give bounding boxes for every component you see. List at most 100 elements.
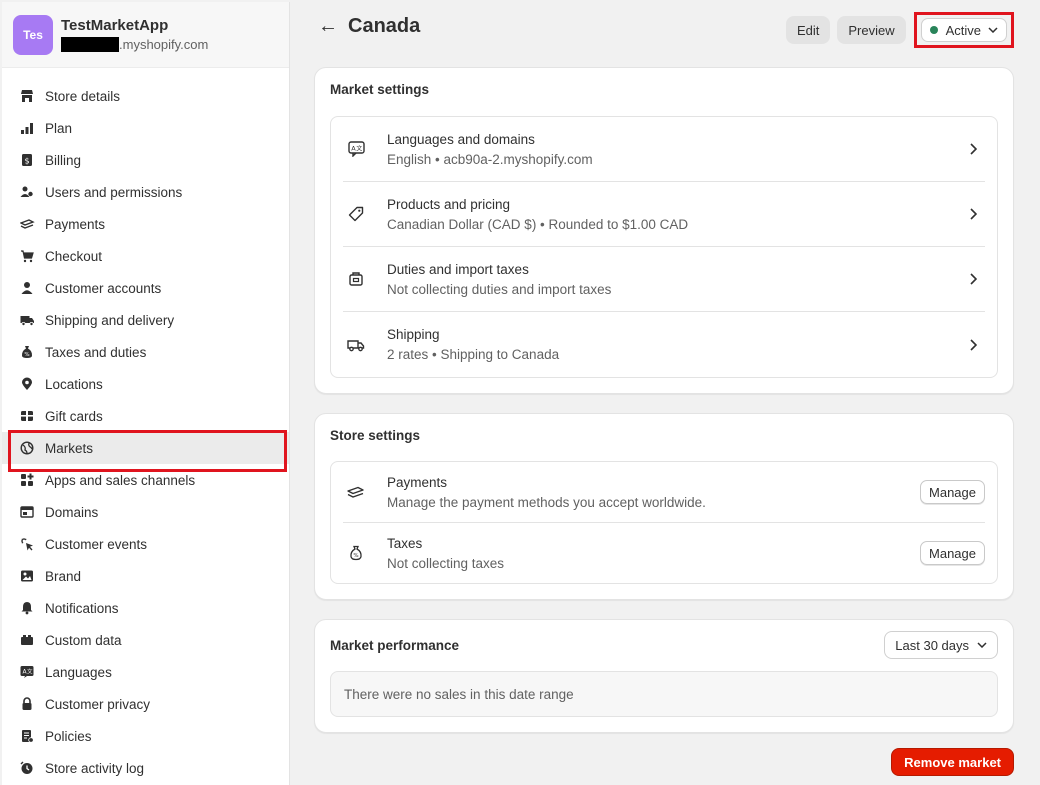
sidebar-item-notifications[interactable]: Notifications <box>2 592 289 624</box>
sidebar-item-label: Plan <box>45 120 73 136</box>
sidebar-item-label: Customer accounts <box>45 280 162 296</box>
sidebar-item-markets[interactable]: Markets <box>2 430 289 472</box>
sidebar-item-store-details[interactable]: Store details <box>2 80 289 112</box>
apps-icon <box>19 472 35 488</box>
sidebar-item-domains[interactable]: Domains <box>2 496 289 528</box>
sidebar-item-locations[interactable]: Locations <box>2 368 289 400</box>
sidebar-item-shipping[interactable]: Shipping and delivery <box>2 304 289 336</box>
sidebar-item-custom-data[interactable]: Custom data <box>2 624 289 656</box>
sidebar-item-customer-accounts[interactable]: Customer accounts <box>2 272 289 304</box>
market-settings-list: A文 Languages and domains English • acb90… <box>330 116 998 378</box>
sidebar-item-taxes[interactable]: % Taxes and duties <box>2 336 289 368</box>
chevron-right-icon[interactable] <box>963 143 983 155</box>
store-avatar: Tes <box>13 14 53 55</box>
sidebar-item-label: Policies <box>45 728 92 744</box>
sidebar-item-customer-privacy[interactable]: Customer privacy <box>2 688 289 720</box>
sidebar-item-plan[interactable]: Plan <box>2 112 289 144</box>
language-icon: A文 <box>19 664 35 680</box>
price-tag-icon <box>345 205 367 223</box>
sidebar-item-label: Locations <box>45 376 103 392</box>
store-settings-title: Store settings <box>330 428 421 443</box>
status-highlight: Active <box>913 12 1014 48</box>
store-settings-list: Payments Manage the payment methods you … <box>330 461 998 584</box>
store-url-suffix: .myshopify.com <box>119 37 209 52</box>
tax-bag-icon: % <box>19 344 35 360</box>
page-title: Canada <box>348 14 421 37</box>
chevron-right-icon[interactable] <box>963 338 983 351</box>
sidebar-item-label: Brand <box>45 568 82 584</box>
activity-log-icon <box>19 760 35 776</box>
store-header[interactable]: Tes TestMarketApp .myshopify.com <box>2 2 289 68</box>
sidebar-item-label: Apps and sales channels <box>45 472 196 488</box>
status-dot <box>929 26 938 34</box>
sidebar-item-label: Shipping and delivery <box>45 312 175 328</box>
row-title: Duties and import taxes <box>387 261 529 277</box>
sidebar-item-policies[interactable]: Policies <box>2 720 289 752</box>
sidebar-item-checkout[interactable]: Checkout <box>2 240 289 272</box>
payments-icon <box>345 483 367 501</box>
store-name: TestMarketApp <box>61 17 169 34</box>
settings-sidebar: Tes TestMarketApp .myshopify.com Store d… <box>2 2 290 785</box>
sidebar-item-languages[interactable]: A文 Languages <box>2 656 289 688</box>
bell-icon <box>19 600 35 616</box>
remove-market-button[interactable]: Remove market <box>891 748 1014 776</box>
languages-domains-row[interactable]: A文 Languages and domains English • acb90… <box>343 117 985 182</box>
sidebar-item-label: Billing <box>45 152 82 168</box>
sidebar-item-brand[interactable]: Brand <box>2 560 289 592</box>
store-icon <box>19 88 35 104</box>
status-dropdown[interactable]: Active <box>920 18 1007 42</box>
preview-button[interactable]: Preview <box>837 16 906 44</box>
row-subtitle: English • acb90a-2.myshopify.com <box>387 151 593 167</box>
manage-taxes-button[interactable]: Manage <box>920 541 985 565</box>
sidebar-item-label: Gift cards <box>45 408 103 424</box>
custom-data-icon <box>19 632 35 648</box>
store-url: .myshopify.com <box>61 37 208 52</box>
domains-icon <box>19 504 35 520</box>
sidebar-item-label: Domains <box>45 504 99 520</box>
redacted-store-handle <box>61 37 119 52</box>
chevron-right-icon[interactable] <box>963 208 983 220</box>
row-title: Payments <box>387 474 448 490</box>
edit-button[interactable]: Edit <box>785 16 831 44</box>
manage-payments-button[interactable]: Manage <box>920 480 985 504</box>
location-pin-icon <box>19 376 35 392</box>
row-subtitle: Not collecting duties and import taxes <box>387 281 612 297</box>
sidebar-item-payments[interactable]: Payments <box>2 208 289 240</box>
row-title: Languages and domains <box>387 131 535 147</box>
sidebar-item-label: Customer privacy <box>45 696 151 712</box>
sidebar-item-label: Checkout <box>45 248 103 264</box>
sidebar-item-apps[interactable]: Apps and sales channels <box>2 464 289 496</box>
shipping-row[interactable]: Shipping 2 rates • Shipping to Canada <box>343 312 985 377</box>
page-header: ← Canada Edit Preview Active <box>314 0 1014 52</box>
market-performance-card: Market performance Last 30 days There we… <box>314 619 1014 733</box>
sidebar-item-activity-log[interactable]: Store activity log <box>2 752 289 784</box>
chevron-down-icon <box>988 27 998 33</box>
svg-text:%: % <box>24 352 29 358</box>
market-settings-card: Market settings A文 Languages and domains… <box>314 67 1014 394</box>
sidebar-item-gift-cards[interactable]: Gift cards <box>2 400 289 432</box>
store-settings-card: Store settings Payments Manage the payme… <box>314 413 1014 600</box>
products-pricing-row[interactable]: Products and pricing Canadian Dollar (CA… <box>343 182 985 247</box>
policy-icon <box>19 728 35 744</box>
back-arrow-icon[interactable]: ← <box>318 15 338 38</box>
sidebar-item-users[interactable]: Users and permissions <box>2 176 289 208</box>
cursor-click-icon <box>19 536 35 552</box>
header-actions: Edit Preview Active <box>779 12 1014 48</box>
chevron-right-icon[interactable] <box>963 273 983 285</box>
truck-icon <box>345 336 367 354</box>
row-title: Shipping <box>387 327 440 342</box>
sidebar-item-label: Markets <box>45 440 94 456</box>
language-icon: A文 <box>345 140 367 158</box>
svg-text:文: 文 <box>356 145 362 153</box>
sidebar-item-billing[interactable]: $ Billing <box>2 144 289 176</box>
date-range-dropdown[interactable]: Last 30 days <box>884 631 998 659</box>
sidebar-item-customer-events[interactable]: Customer events <box>2 528 289 560</box>
tax-bag-icon: % <box>345 544 367 562</box>
chevron-down-icon <box>977 642 987 648</box>
sidebar-item-label: Payments <box>45 216 106 232</box>
plan-icon <box>19 120 35 136</box>
settings-nav: Store details Plan $ Billing Users and p… <box>2 68 289 784</box>
duties-import-taxes-row[interactable]: Duties and import taxes Not collecting d… <box>343 247 985 312</box>
lock-icon <box>19 696 35 712</box>
svg-text:%: % <box>353 553 358 559</box>
